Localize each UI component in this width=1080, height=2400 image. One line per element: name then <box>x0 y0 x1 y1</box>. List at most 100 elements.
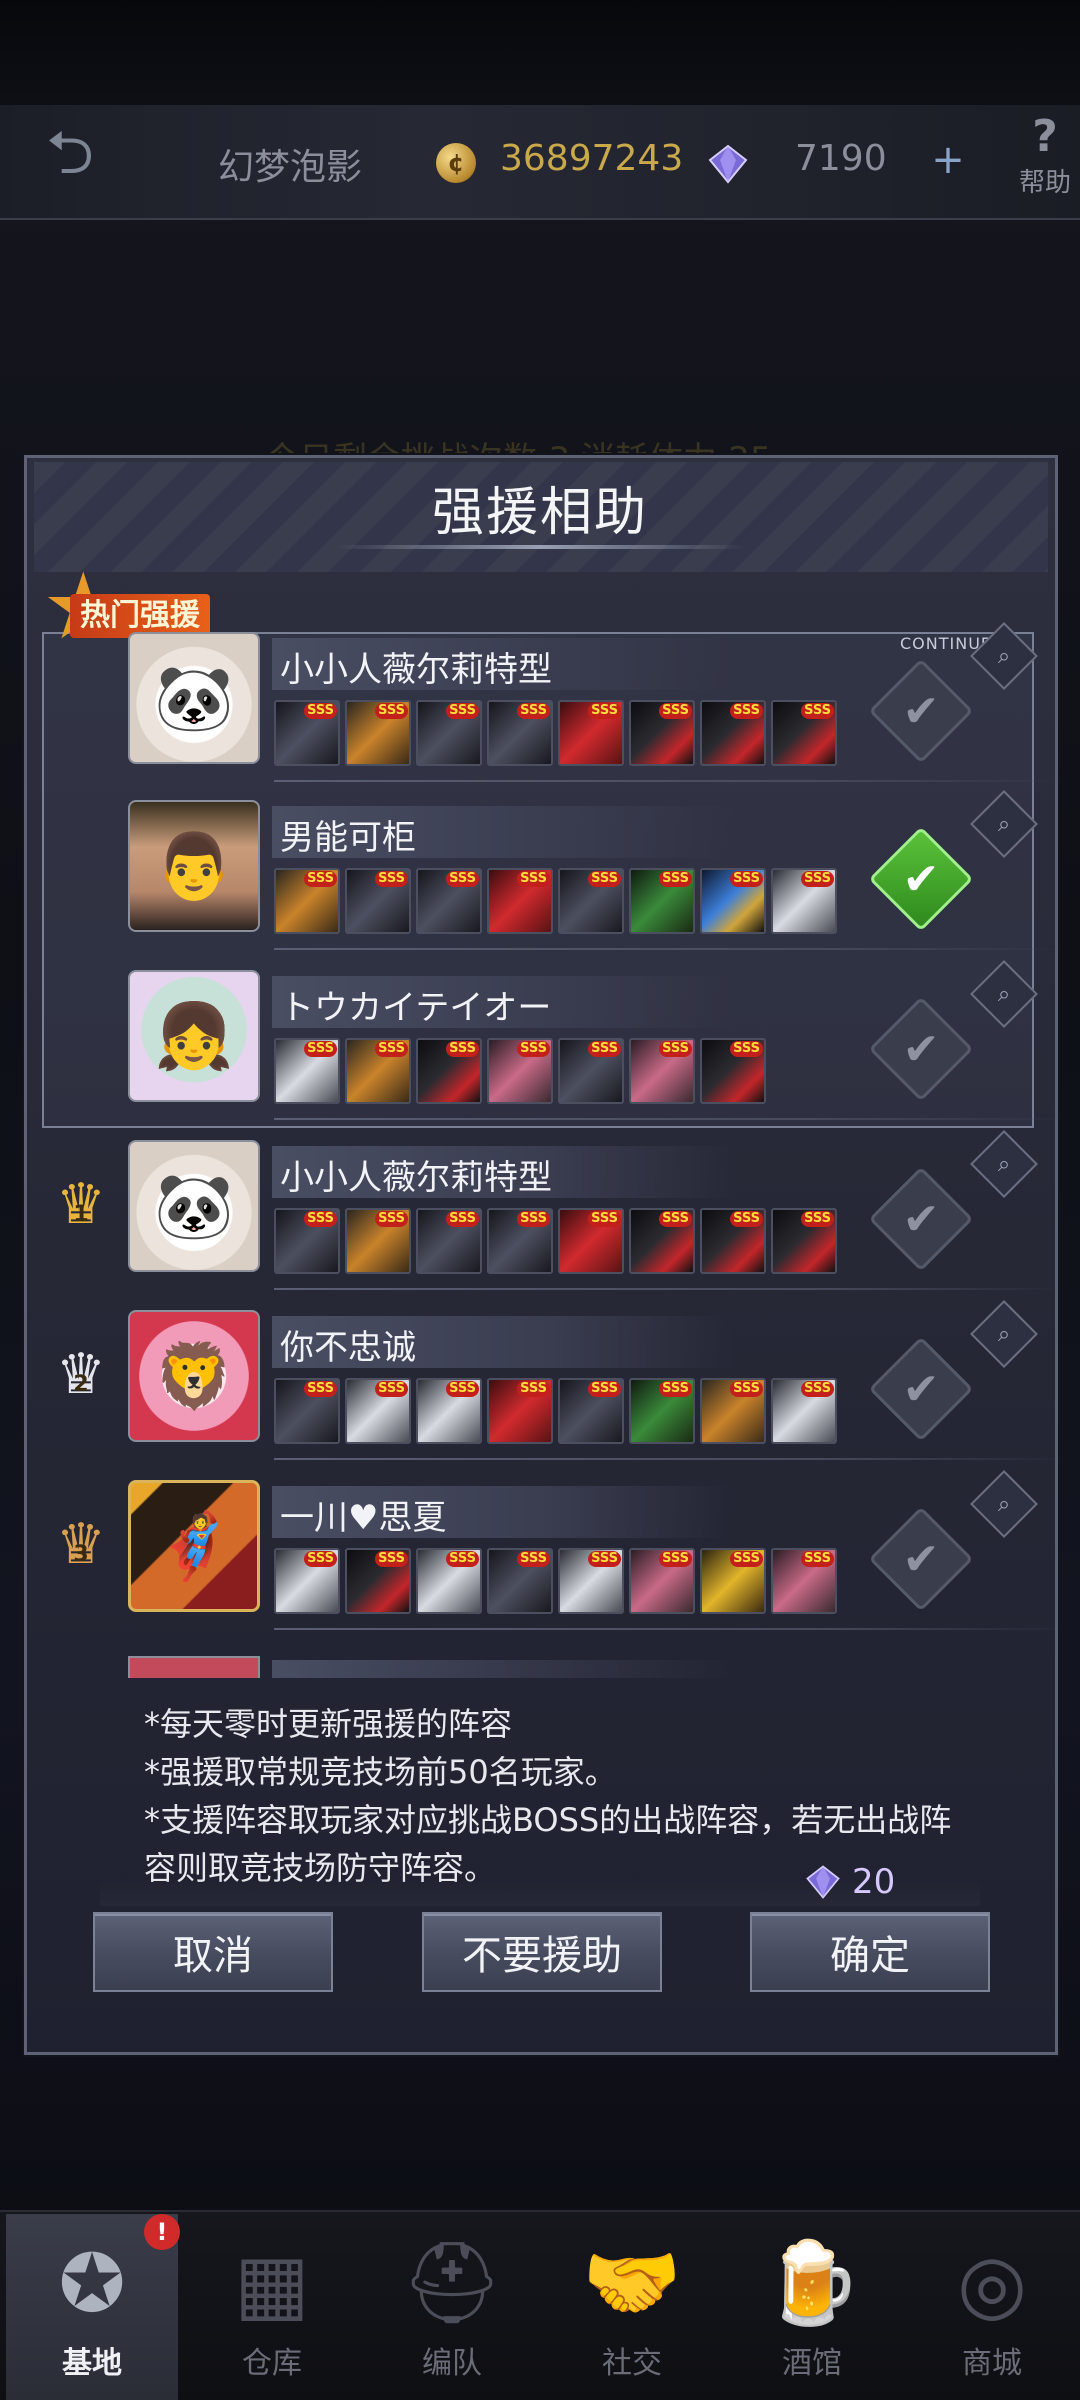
gem-icon <box>708 144 748 184</box>
unit-card: SSS <box>274 1208 340 1274</box>
unit-card: SSS <box>558 700 624 766</box>
unit-card: SSS <box>345 1378 411 1444</box>
cancel-button[interactable]: 取消 <box>93 1912 333 1992</box>
back-button[interactable]: ⮌ <box>0 110 140 210</box>
list-item[interactable]: 🦸 一川♥思夏 SSS SSS SSS SSS SSS SSS SSS SSS ✔ ⌕ ♛ 3 <box>56 1470 1064 1640</box>
help-button[interactable]: ? 帮助 <box>1005 112 1080 212</box>
checkmark-icon: ✔ <box>902 1193 940 1245</box>
player-name: 幻梦泡影 <box>218 147 363 188</box>
avatar[interactable]: 👨 <box>128 800 260 932</box>
nav-item-1[interactable]: ▦ 仓库 <box>197 2228 347 2388</box>
unit-card: SSS <box>629 1208 695 1274</box>
select-checkbox[interactable]: ✔ <box>868 1506 974 1612</box>
nav-item-2[interactable]: ⛑ 编队 <box>377 2228 527 2388</box>
avatar-portrait-icon: 👧 <box>154 999 234 1074</box>
inspect-button[interactable]: ⌕ <box>970 1470 1038 1538</box>
add-gems-button[interactable]: + <box>928 140 968 180</box>
magnifier-icon: ⌕ <box>997 1491 1011 1517</box>
row-divider <box>274 1288 1064 1290</box>
player-name: 男能可柜 <box>280 818 416 858</box>
avatar[interactable]: 👧 <box>128 970 260 1102</box>
unit-card: SSS <box>487 1378 553 1444</box>
inspect-button[interactable]: ⌕ <box>970 1130 1038 1198</box>
rarity-badge: SSS <box>375 703 408 719</box>
nav-label: 基地 <box>62 2346 122 2381</box>
help-label: 帮助 <box>1018 168 1071 198</box>
nav-item-0[interactable]: ✪ 基地 <box>17 2228 167 2388</box>
magnifier-icon: ⌕ <box>997 1321 1011 1347</box>
list-item[interactable]: 👨 男能可柜 SSS SSS SSS SSS SSS SSS SSS SSS ✔ ⌕ <box>128 790 1064 960</box>
list-item[interactable]: 🐼 小小人薇尔莉特型 SSS SSS SSS SSS SSS SSS SSS SSS ✔ ⌕ <box>128 622 1064 792</box>
avatar-portrait-icon: 🐼 <box>154 661 234 736</box>
avatar[interactable]: 🦸 <box>128 1480 260 1612</box>
rarity-badge: SSS <box>304 871 337 887</box>
checkmark-icon: ✔ <box>902 1363 940 1415</box>
rarity-badge: SSS <box>730 1551 763 1567</box>
rarity-badge: SSS <box>730 871 763 887</box>
select-checkbox[interactable]: ✔ <box>868 826 974 932</box>
formation-helmet-icon: ⛑ <box>401 2236 503 2329</box>
select-checkbox[interactable]: ✔ <box>868 996 974 1102</box>
rarity-badge: SSS <box>446 1381 479 1397</box>
unit-card: SSS <box>771 1208 837 1274</box>
inspect-button[interactable]: ⌕ <box>970 960 1038 1028</box>
rarity-badge: SSS <box>588 1041 621 1057</box>
unit-card: SSS <box>345 868 411 934</box>
avatar[interactable]: 🐼 <box>128 1140 260 1272</box>
rarity-badge: SSS <box>517 703 550 719</box>
nav-item-5[interactable]: ◎ 商城 <box>917 2228 1067 2388</box>
unit-card: SSS <box>487 868 553 934</box>
partial-list-item <box>128 1656 1048 1678</box>
rarity-badge: SSS <box>517 1381 550 1397</box>
nav-item-3[interactable]: 🤝 社交 <box>557 2228 707 2388</box>
rarity-badge: SSS <box>517 1041 550 1057</box>
confirm-button[interactable]: 确定 <box>750 1912 990 1992</box>
select-checkbox[interactable]: ✔ <box>868 1336 974 1442</box>
select-checkbox[interactable]: ✔ <box>868 1166 974 1272</box>
magnifier-icon: ⌕ <box>997 643 1011 669</box>
no-help-button[interactable]: 不要援助 <box>422 1912 662 1992</box>
rank-number: 3 <box>73 1542 89 1567</box>
unit-card: SSS <box>487 1548 553 1614</box>
avatar[interactable]: 🐼 <box>128 632 260 764</box>
rarity-badge: SSS <box>801 1211 834 1227</box>
unit-card: SSS <box>771 868 837 934</box>
inspect-button[interactable]: ⌕ <box>970 622 1038 690</box>
inspect-button[interactable]: ⌕ <box>970 790 1038 858</box>
row-divider <box>274 1458 1064 1460</box>
unit-card: SSS <box>274 700 340 766</box>
warehouse-icon: ▦ <box>234 2236 310 2330</box>
unit-card: SSS <box>700 1208 766 1274</box>
unit-card: SSS <box>274 868 340 934</box>
player-name: 你不忠诚 <box>280 1328 416 1368</box>
unit-lineup: SSS SSS SSS SSS SSS SSS SSS SSS <box>274 868 837 934</box>
checkmark-icon: ✔ <box>902 685 940 737</box>
select-checkbox[interactable]: ✔ <box>868 658 974 764</box>
avatar-portrait-icon: 🦸 <box>154 1509 234 1584</box>
rarity-badge: SSS <box>304 703 337 719</box>
rarity-badge: SSS <box>659 871 692 887</box>
rarity-badge: SSS <box>659 703 692 719</box>
rarity-badge: SSS <box>730 1041 763 1057</box>
rarity-badge: SSS <box>375 1551 408 1567</box>
rarity-badge: SSS <box>588 703 621 719</box>
rarity-badge: SSS <box>446 871 479 887</box>
magnifier-icon: ⌕ <box>997 981 1011 1007</box>
unit-card: SSS <box>416 700 482 766</box>
rarity-badge: SSS <box>517 871 550 887</box>
list-item[interactable]: 🦁 你不忠诚 SSS SSS SSS SSS SSS SSS SSS SSS ✔ ⌕ ♛ 2 <box>56 1300 1064 1470</box>
row-divider <box>274 1118 1064 1120</box>
avatar-portrait-icon: 🦁 <box>154 1339 234 1414</box>
player-name: 小小人薇尔莉特型 <box>280 650 552 690</box>
unit-card: SSS <box>771 1548 837 1614</box>
handshake-icon: 🤝 <box>582 2236 682 2329</box>
avatar[interactable]: 🦁 <box>128 1310 260 1442</box>
inspect-button[interactable]: ⌕ <box>970 1300 1038 1368</box>
list-item[interactable]: 🐼 小小人薇尔莉特型 SSS SSS SSS SSS SSS SSS SSS SSS ✔ ⌕ ♛ 1 <box>56 1130 1064 1300</box>
rarity-badge: SSS <box>446 1041 479 1057</box>
avatar-portrait-icon: 👨 <box>154 829 234 904</box>
list-item[interactable]: 👧 トウカイテイオー SSS SSS SSS SSS SSS SSS SSS ✔ ⌕ <box>128 960 1064 1130</box>
unit-card: SSS <box>629 700 695 766</box>
nav-item-4[interactable]: 🍺 酒馆 <box>737 2228 887 2388</box>
player-name: トウカイテイオー <box>280 988 552 1028</box>
